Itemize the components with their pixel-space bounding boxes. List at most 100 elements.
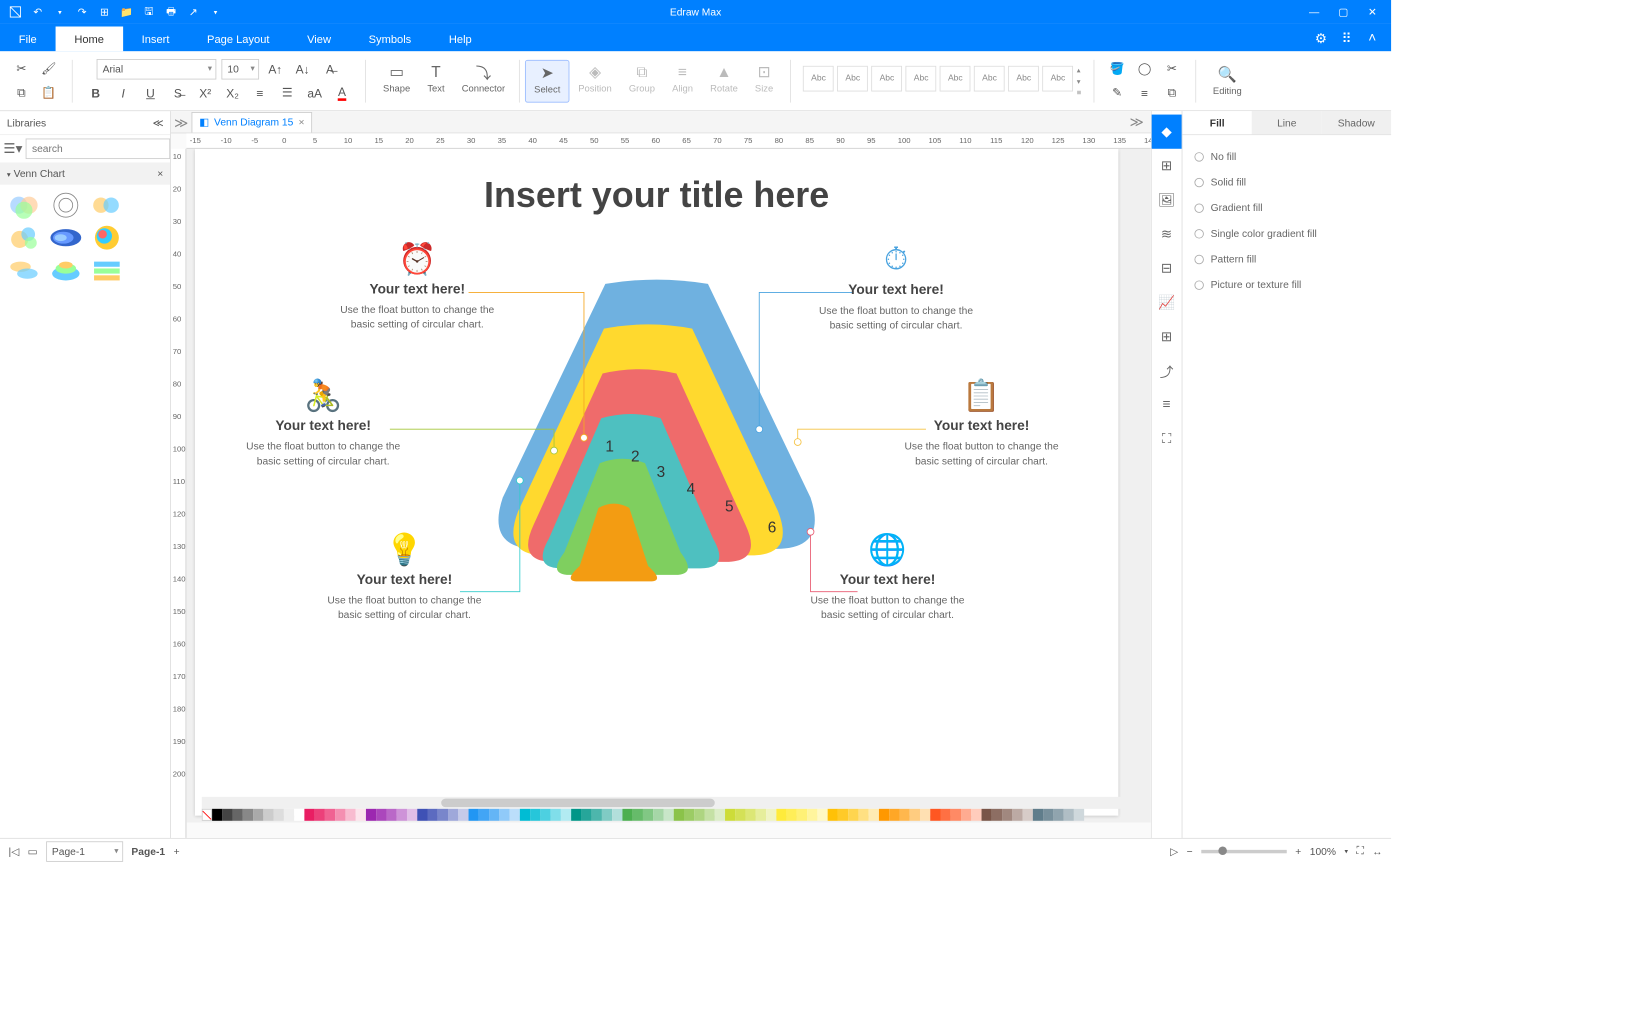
color-swatch[interactable] xyxy=(520,809,530,821)
fill-option[interactable]: Single color gradient fill xyxy=(1194,221,1379,247)
color-swatch[interactable] xyxy=(581,809,591,821)
format-tab-fill[interactable]: Fill xyxy=(1182,111,1252,134)
shape-thumbnail[interactable] xyxy=(48,257,84,284)
color-swatch[interactable] xyxy=(633,809,643,821)
color-swatch[interactable] xyxy=(571,809,581,821)
line-weight-icon[interactable]: ≡ xyxy=(1133,82,1155,104)
color-swatch[interactable] xyxy=(725,809,735,821)
theme-preset[interactable]: Abc xyxy=(837,65,868,91)
layer-number[interactable]: 5 xyxy=(725,498,734,516)
save-icon[interactable]: 🖫 xyxy=(142,5,156,19)
venn-triangle-shape[interactable] xyxy=(451,275,861,634)
color-swatch[interactable] xyxy=(838,809,848,821)
fill-bucket-icon[interactable]: 🪣 xyxy=(1106,58,1128,80)
fullscreen-tool-icon[interactable]: ⛶ xyxy=(1151,422,1182,456)
shape-tool[interactable]: ▭Shape xyxy=(374,59,418,102)
apps-icon[interactable]: ⠿ xyxy=(1340,32,1354,46)
theme-more-icon[interactable]: ≡ xyxy=(1077,88,1082,97)
chart-tool-icon[interactable]: 📈 xyxy=(1151,286,1182,320)
shape-thumbnail[interactable] xyxy=(89,224,125,251)
export-icon[interactable]: ↗ xyxy=(186,5,200,19)
theme-preset[interactable]: Abc xyxy=(940,65,971,91)
layer-number[interactable]: 6 xyxy=(768,519,777,537)
font-size-combo[interactable]: 10 xyxy=(221,59,259,80)
color-swatch[interactable] xyxy=(961,809,971,821)
color-swatch[interactable] xyxy=(889,809,899,821)
callout-body[interactable]: Use the float button to change the basic… xyxy=(896,439,1067,468)
color-swatch[interactable] xyxy=(592,809,602,821)
color-swatch[interactable] xyxy=(233,809,243,821)
color-swatch[interactable] xyxy=(869,809,879,821)
collapse-ribbon-icon[interactable]: ˄ xyxy=(1365,32,1379,46)
open-icon[interactable]: 📁 xyxy=(120,5,134,19)
arrange-icon[interactable]: ⧉ xyxy=(1161,82,1183,104)
export-tool-icon[interactable]: ⤴ xyxy=(1151,354,1182,388)
layer-number[interactable]: 1 xyxy=(605,438,614,456)
color-swatch[interactable] xyxy=(807,809,817,821)
fill-option[interactable]: Picture or texture fill xyxy=(1194,272,1379,298)
zoom-in-icon[interactable]: + xyxy=(1295,845,1301,857)
color-swatch[interactable] xyxy=(992,809,1002,821)
subscript-icon[interactable]: X₂ xyxy=(221,82,243,104)
fit-width-icon[interactable]: ↔ xyxy=(1372,845,1382,857)
color-swatch[interactable] xyxy=(1043,809,1053,821)
menu-tab-symbols[interactable]: Symbols xyxy=(350,27,430,52)
color-swatch[interactable] xyxy=(530,809,540,821)
color-swatch[interactable] xyxy=(469,809,479,821)
copy-icon[interactable]: ⧉ xyxy=(10,82,32,104)
decrease-font-icon[interactable]: A↓ xyxy=(292,58,314,80)
select-tool[interactable]: ➤Select xyxy=(525,59,570,102)
color-swatch[interactable] xyxy=(766,809,776,821)
color-swatch[interactable] xyxy=(325,809,335,821)
color-swatch[interactable] xyxy=(1053,809,1063,821)
color-swatch[interactable] xyxy=(243,809,253,821)
color-swatch[interactable] xyxy=(212,809,222,821)
page-current[interactable]: Page-1 xyxy=(131,845,165,857)
callout[interactable]: 🚴Your text here!Use the float button to … xyxy=(238,378,409,468)
color-swatch[interactable] xyxy=(817,809,827,821)
color-swatch[interactable] xyxy=(653,809,663,821)
callout-heading[interactable]: Your text here! xyxy=(238,419,409,434)
data-tool-icon[interactable]: ⊟ xyxy=(1151,251,1182,285)
format-tab-line[interactable]: Line xyxy=(1252,111,1322,134)
color-swatch[interactable] xyxy=(386,809,396,821)
callout-body[interactable]: Use the float button to change the basic… xyxy=(332,303,503,332)
callout-heading[interactable]: Your text here! xyxy=(811,283,982,298)
search-input[interactable] xyxy=(26,139,170,160)
callout-body[interactable]: Use the float button to change the basic… xyxy=(811,304,982,333)
color-swatch[interactable] xyxy=(674,809,684,821)
callout-body[interactable]: Use the float button to change the basic… xyxy=(319,593,490,622)
color-swatch[interactable] xyxy=(602,809,612,821)
color-swatch[interactable] xyxy=(930,809,940,821)
shape-thumbnail[interactable] xyxy=(7,192,43,219)
color-swatch[interactable] xyxy=(776,809,786,821)
color-swatch[interactable] xyxy=(622,809,632,821)
color-swatch[interactable] xyxy=(499,809,509,821)
color-swatch[interactable] xyxy=(941,809,951,821)
layout-tool-icon[interactable]: ⊞ xyxy=(1151,149,1182,183)
color-swatch[interactable] xyxy=(787,809,797,821)
menu-tab-view[interactable]: View xyxy=(288,27,350,52)
horizontal-scrollbar[interactable] xyxy=(202,797,1151,809)
color-swatch[interactable] xyxy=(222,809,232,821)
callout-heading[interactable]: Your text here! xyxy=(332,282,503,297)
page-layout-icon[interactable]: ▭ xyxy=(28,845,38,857)
color-swatch[interactable] xyxy=(684,809,694,821)
callout-heading[interactable]: Your text here! xyxy=(896,419,1067,434)
format-painter-icon[interactable]: 🖌 xyxy=(38,58,60,80)
layers-tool-icon[interactable]: ≋ xyxy=(1151,217,1182,251)
color-swatch[interactable] xyxy=(612,809,622,821)
fit-page-icon[interactable]: ⛶ xyxy=(1357,845,1364,858)
color-swatch[interactable] xyxy=(746,809,756,821)
color-swatch[interactable] xyxy=(705,809,715,821)
color-swatch[interactable] xyxy=(858,809,868,821)
color-swatch[interactable] xyxy=(253,809,263,821)
expand-panel-icon[interactable]: ≫ xyxy=(173,115,190,132)
color-swatch[interactable] xyxy=(663,809,673,821)
shape-thumbnail[interactable] xyxy=(48,224,84,251)
fill-tool-icon[interactable]: ◆ xyxy=(1151,115,1182,149)
close-window-icon[interactable]: ✕ xyxy=(1365,5,1379,19)
color-swatch[interactable] xyxy=(479,809,489,821)
layer-number[interactable]: 2 xyxy=(631,448,640,466)
color-swatch[interactable] xyxy=(335,809,345,821)
